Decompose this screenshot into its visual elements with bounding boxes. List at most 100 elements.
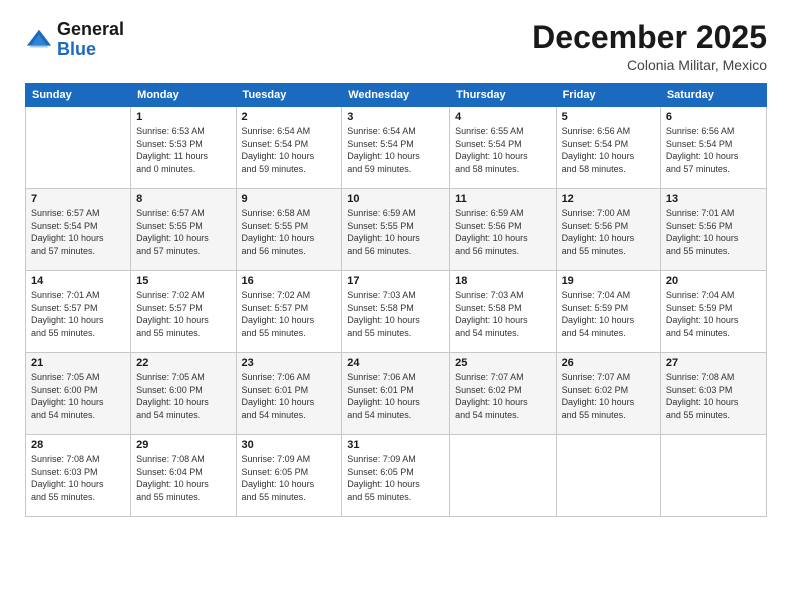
day-info: Sunrise: 7:07 AMSunset: 6:02 PMDaylight:… <box>455 371 550 421</box>
day-info: Sunrise: 6:54 AMSunset: 5:54 PMDaylight:… <box>242 125 337 175</box>
calendar-cell <box>450 435 556 517</box>
logo: General Blue <box>25 20 124 60</box>
day-number: 14 <box>31 275 125 287</box>
calendar-cell: 9 Sunrise: 6:58 AMSunset: 5:55 PMDaylight… <box>236 189 342 271</box>
month-title: December 2025 <box>532 20 767 55</box>
day-info: Sunrise: 6:59 AMSunset: 5:55 PMDaylight:… <box>347 207 444 257</box>
title-block: December 2025 Colonia Militar, Mexico <box>532 20 767 73</box>
day-info: Sunrise: 7:06 AMSunset: 6:01 PMDaylight:… <box>347 371 444 421</box>
calendar-cell: 15Sunrise: 7:02 AMSunset: 5:57 PMDayligh… <box>131 271 236 353</box>
calendar-cell: 12 Sunrise: 7:00 AMSunset: 5:56 PMDayligh… <box>556 189 660 271</box>
day-info: Sunrise: 7:04 AMSunset: 5:59 PMDaylight:… <box>562 289 655 339</box>
calendar-week-row: 21 Sunrise: 7:05 AMSunset: 6:00 PMDayligh… <box>26 353 767 435</box>
calendar-cell: 13Sunrise: 7:01 AMSunset: 5:56 PMDayligh… <box>660 189 766 271</box>
day-header-thursday: Thursday <box>450 84 556 107</box>
day-info: Sunrise: 6:57 AMSunset: 5:55 PMDaylight:… <box>136 207 230 257</box>
day-number: 25 <box>455 357 550 369</box>
day-header-sunday: Sunday <box>26 84 131 107</box>
calendar-week-row: 28 Sunrise: 7:08 AMSunset: 6:03 PMDayligh… <box>26 435 767 517</box>
logo-blue: Blue <box>57 40 124 60</box>
day-number: 1 <box>136 111 230 123</box>
day-number: 8 <box>136 193 230 205</box>
calendar-cell: 10 Sunrise: 6:59 AMSunset: 5:55 PMDayligh… <box>342 189 450 271</box>
day-number: 12 <box>562 193 655 205</box>
logo-icon <box>25 27 53 55</box>
day-number: 26 <box>562 357 655 369</box>
day-info: Sunrise: 6:56 AMSunset: 5:54 PMDaylight:… <box>666 125 761 175</box>
day-info: Sunrise: 7:09 AMSunset: 6:05 PMDaylight:… <box>347 453 444 503</box>
day-info: Sunrise: 6:55 AMSunset: 5:54 PMDaylight:… <box>455 125 550 175</box>
calendar-cell: 5Sunrise: 6:56 AMSunset: 5:54 PMDaylight… <box>556 107 660 189</box>
day-header-tuesday: Tuesday <box>236 84 342 107</box>
calendar-cell: 28 Sunrise: 7:08 AMSunset: 6:03 PMDayligh… <box>26 435 131 517</box>
day-number: 18 <box>455 275 550 287</box>
day-number: 4 <box>455 111 550 123</box>
day-info: Sunrise: 7:08 AMSunset: 6:04 PMDaylight:… <box>136 453 230 503</box>
day-number: 15 <box>136 275 230 287</box>
day-info: Sunrise: 7:02 AMSunset: 5:57 PMDaylight:… <box>242 289 337 339</box>
day-number: 2 <box>242 111 337 123</box>
logo-general: General <box>57 20 124 40</box>
calendar-cell: 26 Sunrise: 7:07 AMSunset: 6:02 PMDayligh… <box>556 353 660 435</box>
calendar-week-row: 7 Sunrise: 6:57 AMSunset: 5:54 PMDaylight… <box>26 189 767 271</box>
calendar-cell: 4 Sunrise: 6:55 AMSunset: 5:54 PMDaylight… <box>450 107 556 189</box>
calendar-cell: 19Sunrise: 7:04 AMSunset: 5:59 PMDayligh… <box>556 271 660 353</box>
day-header-monday: Monday <box>131 84 236 107</box>
calendar-cell: 30Sunrise: 7:09 AMSunset: 6:05 PMDayligh… <box>236 435 342 517</box>
day-info: Sunrise: 7:07 AMSunset: 6:02 PMDaylight:… <box>562 371 655 421</box>
calendar-cell: 25 Sunrise: 7:07 AMSunset: 6:02 PMDayligh… <box>450 353 556 435</box>
day-info: Sunrise: 6:57 AMSunset: 5:54 PMDaylight:… <box>31 207 125 257</box>
calendar-week-row: 14 Sunrise: 7:01 AMSunset: 5:57 PMDayligh… <box>26 271 767 353</box>
calendar-cell: 7 Sunrise: 6:57 AMSunset: 5:54 PMDaylight… <box>26 189 131 271</box>
day-number: 7 <box>31 193 125 205</box>
day-info: Sunrise: 7:08 AMSunset: 6:03 PMDaylight:… <box>31 453 125 503</box>
day-number: 20 <box>666 275 761 287</box>
day-info: Sunrise: 7:05 AMSunset: 6:00 PMDaylight:… <box>31 371 125 421</box>
day-header-friday: Friday <box>556 84 660 107</box>
day-number: 29 <box>136 439 230 451</box>
day-number: 22 <box>136 357 230 369</box>
header: General Blue December 2025 Colonia Milit… <box>25 20 767 73</box>
calendar-cell: 2 Sunrise: 6:54 AMSunset: 5:54 PMDaylight… <box>236 107 342 189</box>
day-info: Sunrise: 6:53 AMSunset: 5:53 PMDaylight:… <box>136 125 230 175</box>
day-number: 10 <box>347 193 444 205</box>
calendar-cell: 17 Sunrise: 7:03 AMSunset: 5:58 PMDayligh… <box>342 271 450 353</box>
calendar-cell: 1 Sunrise: 6:53 AMSunset: 5:53 PMDaylight… <box>131 107 236 189</box>
calendar-cell: 18 Sunrise: 7:03 AMSunset: 5:58 PMDayligh… <box>450 271 556 353</box>
day-number: 28 <box>31 439 125 451</box>
calendar-cell: 24 Sunrise: 7:06 AMSunset: 6:01 PMDayligh… <box>342 353 450 435</box>
calendar-cell: 3 Sunrise: 6:54 AMSunset: 5:54 PMDaylight… <box>342 107 450 189</box>
day-number: 9 <box>242 193 337 205</box>
calendar-header-row: SundayMondayTuesdayWednesdayThursdayFrid… <box>26 84 767 107</box>
calendar-week-row: 1 Sunrise: 6:53 AMSunset: 5:53 PMDaylight… <box>26 107 767 189</box>
calendar-cell: 23Sunrise: 7:06 AMSunset: 6:01 PMDayligh… <box>236 353 342 435</box>
calendar-cell: 16Sunrise: 7:02 AMSunset: 5:57 PMDayligh… <box>236 271 342 353</box>
location: Colonia Militar, Mexico <box>532 57 767 73</box>
day-info: Sunrise: 7:01 AMSunset: 5:57 PMDaylight:… <box>31 289 125 339</box>
day-info: Sunrise: 7:06 AMSunset: 6:01 PMDaylight:… <box>242 371 337 421</box>
calendar: SundayMondayTuesdayWednesdayThursdayFrid… <box>25 83 767 517</box>
day-number: 3 <box>347 111 444 123</box>
day-info: Sunrise: 6:56 AMSunset: 5:54 PMDaylight:… <box>562 125 655 175</box>
day-info: Sunrise: 6:54 AMSunset: 5:54 PMDaylight:… <box>347 125 444 175</box>
calendar-cell: 8 Sunrise: 6:57 AMSunset: 5:55 PMDaylight… <box>131 189 236 271</box>
day-number: 24 <box>347 357 444 369</box>
calendar-cell <box>556 435 660 517</box>
day-info: Sunrise: 6:58 AMSunset: 5:55 PMDaylight:… <box>242 207 337 257</box>
day-number: 21 <box>31 357 125 369</box>
day-info: Sunrise: 7:01 AMSunset: 5:56 PMDaylight:… <box>666 207 761 257</box>
day-header-wednesday: Wednesday <box>342 84 450 107</box>
calendar-cell <box>26 107 131 189</box>
day-number: 17 <box>347 275 444 287</box>
day-info: Sunrise: 7:03 AMSunset: 5:58 PMDaylight:… <box>347 289 444 339</box>
day-number: 6 <box>666 111 761 123</box>
calendar-cell: 29 Sunrise: 7:08 AMSunset: 6:04 PMDayligh… <box>131 435 236 517</box>
calendar-cell: 20Sunrise: 7:04 AMSunset: 5:59 PMDayligh… <box>660 271 766 353</box>
day-info: Sunrise: 7:03 AMSunset: 5:58 PMDaylight:… <box>455 289 550 339</box>
day-info: Sunrise: 7:00 AMSunset: 5:56 PMDaylight:… <box>562 207 655 257</box>
day-info: Sunrise: 7:05 AMSunset: 6:00 PMDaylight:… <box>136 371 230 421</box>
page: General Blue December 2025 Colonia Milit… <box>0 0 792 612</box>
calendar-cell: 21 Sunrise: 7:05 AMSunset: 6:00 PMDayligh… <box>26 353 131 435</box>
calendar-cell: 14 Sunrise: 7:01 AMSunset: 5:57 PMDayligh… <box>26 271 131 353</box>
day-number: 31 <box>347 439 444 451</box>
